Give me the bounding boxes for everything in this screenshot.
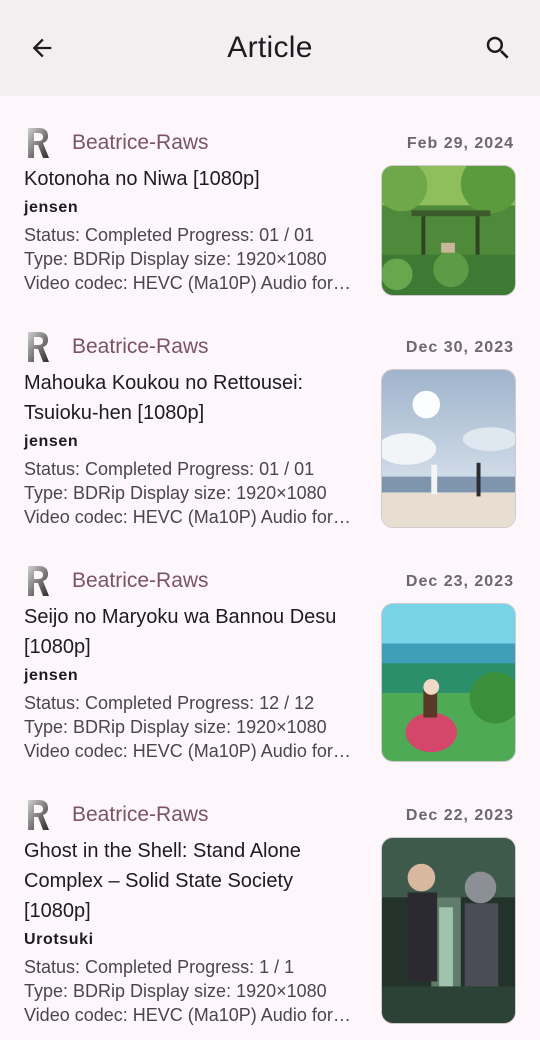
author-name: jensen [24, 667, 79, 684]
summary-line: Status: Completed Progress: 01 / 01 [24, 225, 315, 245]
article-title: Mahouka Koukou no Rettousei: Tsuioku-hen… [24, 372, 304, 424]
summary-line: Type: BDRip Display size: 1920×1080 [24, 483, 327, 503]
article-card[interactable]: Beatrice-Raws Dec 23, 2023 Seijo no Mary… [0, 534, 540, 768]
summary-line: Status: Completed Progress: 1 / 1 [24, 957, 295, 977]
article-title: Seijo no Maryoku wa Bannou Desu [1080p] [24, 606, 337, 658]
article-summary: Status: Completed Progress: 01 / 01 Type… [24, 223, 356, 295]
group-logo-icon [28, 332, 49, 362]
group-name: Beatrice-Raws [72, 335, 209, 358]
article-card[interactable]: Beatrice-Raws Feb 29, 2024 Kotonoha no N… [0, 96, 540, 300]
summary-line: Video codec: HEVC (Ma10P) Audio format: … [24, 273, 356, 293]
group-logo-icon [28, 800, 49, 830]
group-name: Beatrice-Raws [72, 131, 209, 154]
top-app-bar: Article [0, 0, 540, 96]
summary-line: Video codec: HEVC (Ma10P) Audio format: … [24, 741, 356, 761]
summary-line: Type: BDRip Display size: 1920×1080 [24, 249, 327, 269]
article-summary: Status: Completed Progress: 1 / 1 Type: … [24, 955, 356, 1027]
group-name: Beatrice-Raws [72, 569, 209, 592]
post-date: Dec 22, 2023 [405, 807, 514, 824]
summary-line: Status: Completed Progress: 01 / 01 [24, 459, 315, 479]
article-summary: Status: Completed Progress: 12 / 12 Type… [24, 691, 356, 763]
valley-landscape-thumbnail [381, 603, 516, 762]
article-card[interactable]: Beatrice-Raws Dec 30, 2023 Mahouka Kouko… [0, 300, 540, 534]
group-name: Beatrice-Raws [72, 803, 209, 826]
author-name: jensen [24, 433, 79, 450]
article-title: Kotonoha no Niwa [1080p] [24, 168, 260, 190]
post-date: Dec 30, 2023 [405, 339, 514, 356]
cyber-characters-thumbnail [381, 837, 516, 1024]
article-summary: Status: Completed Progress: 01 / 01 Type… [24, 457, 356, 529]
post-date: Dec 23, 2023 [405, 573, 514, 590]
seaside-sky-thumbnail [381, 369, 516, 528]
summary-line: Type: BDRip Display size: 1920×1080 [24, 981, 327, 1001]
search-button[interactable] [478, 28, 518, 68]
summary-line: Type: BDRip Display size: 1920×1080 [24, 717, 327, 737]
summary-line: Status: Completed Progress: 12 / 12 [24, 693, 315, 713]
summary-line: Video codec: HEVC (Ma10P) Audio format: … [24, 507, 356, 527]
author-name: jensen [24, 199, 79, 216]
search-icon [486, 36, 509, 59]
post-date: Feb 29, 2024 [406, 135, 514, 152]
page-title: Article [227, 31, 313, 64]
summary-line: Video codec: HEVC (Ma10P) Audio format: … [24, 1005, 356, 1025]
garden-rain-thumbnail [381, 165, 516, 296]
article-card[interactable]: Beatrice-Raws Dec 22, 2023 Ghost in the … [0, 768, 540, 1040]
author-name: Urotsuki [24, 931, 94, 948]
group-logo-icon [28, 128, 49, 158]
group-logo-icon [28, 566, 49, 596]
article-title: Ghost in the Shell: Stand Alone Complex … [24, 840, 301, 922]
